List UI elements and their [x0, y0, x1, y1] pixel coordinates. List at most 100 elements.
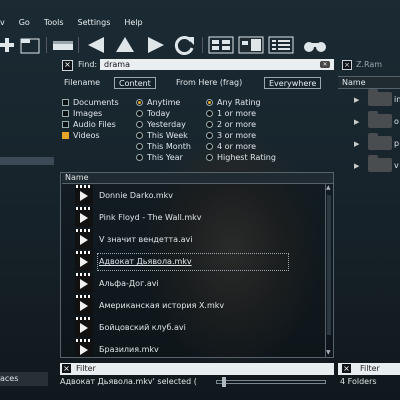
dual-pane-icon[interactable] [238, 35, 264, 55]
up-arrow-icon[interactable] [114, 35, 136, 55]
menu-help[interactable]: Help [124, 18, 142, 32]
new-folder-icon[interactable] [0, 35, 18, 55]
file-row[interactable]: Donnie Darko.mkv [75, 184, 320, 206]
checkbox[interactable] [62, 121, 69, 128]
scroll-down-icon[interactable]: ▼ [326, 349, 331, 356]
expand-arrow-icon[interactable]: ▶ [354, 118, 359, 126]
folder-name: v [394, 161, 399, 170]
folder-name: o [394, 117, 399, 126]
status-text: Адвокат Дьявола.mkv' selected ( [60, 377, 197, 386]
radio[interactable] [206, 132, 213, 139]
close-icon[interactable]: × [342, 60, 352, 70]
details-view-icon[interactable] [208, 35, 234, 55]
video-file-icon [75, 273, 93, 293]
left-panel [0, 60, 54, 400]
column-header-name[interactable]: Name [62, 173, 333, 184]
refresh-icon[interactable] [174, 35, 196, 55]
list-view-icon[interactable] [268, 35, 294, 55]
checkbox-checked[interactable] [62, 132, 69, 139]
folder-item[interactable]: ▶ in [354, 89, 400, 108]
video-file-icon [75, 229, 93, 249]
filter-bar[interactable]: × Filter [60, 363, 334, 375]
file-row[interactable]: Американская история X.mkv [75, 294, 320, 316]
expand-arrow-icon[interactable]: ▶ [354, 96, 359, 104]
radio[interactable] [206, 154, 213, 161]
expand-arrow-icon[interactable]: ▶ [354, 140, 359, 148]
menu-settings[interactable]: Settings [78, 18, 111, 32]
menu-tools[interactable]: Tools [44, 18, 64, 32]
toolbar [0, 33, 400, 57]
zoom-slider-handle[interactable] [222, 377, 226, 387]
folder-item[interactable]: ▶ p [354, 133, 400, 152]
folder-item[interactable]: ▶ o [354, 111, 400, 130]
search-input[interactable] [100, 59, 334, 70]
file-row[interactable]: Pink Floyd - The Wall.mkv [75, 206, 320, 228]
folder-icon [368, 155, 392, 172]
forward-arrow-icon[interactable] [144, 35, 166, 55]
radio[interactable] [206, 121, 213, 128]
checkbox[interactable] [62, 99, 69, 106]
close-icon[interactable]: × [62, 60, 73, 71]
radio[interactable] [136, 143, 143, 150]
status-bar: Адвокат Дьявола.mkv' selected ( 4 Folder… [0, 376, 400, 388]
radio[interactable] [136, 154, 143, 161]
video-file-icon [75, 339, 93, 357]
folder-icon [368, 133, 392, 150]
close-icon[interactable]: × [342, 364, 351, 373]
zoom-slider[interactable] [216, 380, 326, 384]
radio[interactable] [206, 143, 213, 150]
results-list: Name Donnie Darko.mkv Pink Floyd - The W… [60, 172, 334, 358]
file-row[interactable]: Альфа-Дог.avi [75, 272, 320, 294]
file-name: Альфа-Дог.avi [99, 279, 159, 288]
file-row[interactable]: Бойцовский клуб.avi [75, 316, 320, 338]
radio[interactable] [136, 110, 143, 117]
file-row-selected[interactable]: Адвокат Дьявола.mkv [75, 250, 320, 272]
filter-label: Filter [76, 364, 96, 373]
file-name: Donnie Darko.mkv [99, 191, 174, 200]
folder-name: p [394, 139, 400, 148]
file-row[interactable]: Бразилия.mkv [75, 338, 320, 357]
file-name: V значит вендетта.avi [99, 235, 193, 244]
folder-item[interactable]: ▶ v [354, 155, 400, 174]
results-scrollbar[interactable]: ▲ ▼ [325, 183, 332, 357]
back-arrow-icon[interactable] [86, 35, 108, 55]
folder-count: 4 Folders [340, 377, 377, 386]
radio-selected[interactable] [136, 99, 143, 106]
close-icon[interactable]: × [62, 364, 71, 373]
radio-selected[interactable] [206, 99, 213, 106]
scroll-up-icon[interactable]: ▲ [326, 184, 331, 191]
menu-view[interactable]: v [0, 18, 5, 32]
video-file-icon [75, 207, 93, 227]
folder-name: in [394, 95, 400, 104]
filename-label[interactable]: Filename [64, 78, 100, 90]
content-button[interactable]: Content [114, 77, 156, 89]
find-bar: × Find: ✕ [60, 59, 334, 72]
find-label: Find: [78, 60, 98, 69]
toolbar-separator [78, 37, 79, 53]
right-filter-bar[interactable]: × Filter [338, 363, 400, 375]
toolbar-separator [46, 37, 47, 53]
right-find-label: Z.Ram [356, 60, 383, 69]
menu-go[interactable]: Go [19, 18, 30, 32]
video-file-icon [75, 317, 93, 337]
checkbox[interactable] [62, 110, 69, 117]
video-file-icon [75, 295, 93, 315]
binoculars-icon[interactable] [302, 35, 328, 55]
file-name: Адвокат Дьявола.mkv [99, 257, 192, 266]
menu-bar: v Go Tools Settings Help [0, 18, 400, 32]
file-name: Pink Floyd - The Wall.mkv [99, 213, 202, 222]
left-panel-highlight [0, 157, 54, 165]
radio[interactable] [136, 121, 143, 128]
remove-icon[interactable] [20, 35, 42, 55]
radio[interactable] [206, 110, 213, 117]
expand-arrow-icon[interactable]: ▶ [354, 162, 359, 170]
clear-search-icon[interactable]: ✕ [320, 61, 330, 68]
right-column-header-name[interactable]: Name [338, 76, 400, 89]
file-row[interactable]: V значит вендетта.avi [75, 228, 320, 250]
radio[interactable] [136, 132, 143, 139]
everywhere-button[interactable]: Everywhere [264, 77, 322, 89]
right-find-bar[interactable]: × Z.Ram [342, 60, 400, 71]
scroll-thumb[interactable] [327, 195, 331, 335]
drive-icon[interactable] [52, 35, 74, 55]
from-here-label[interactable]: From Here (frag) [176, 78, 242, 90]
